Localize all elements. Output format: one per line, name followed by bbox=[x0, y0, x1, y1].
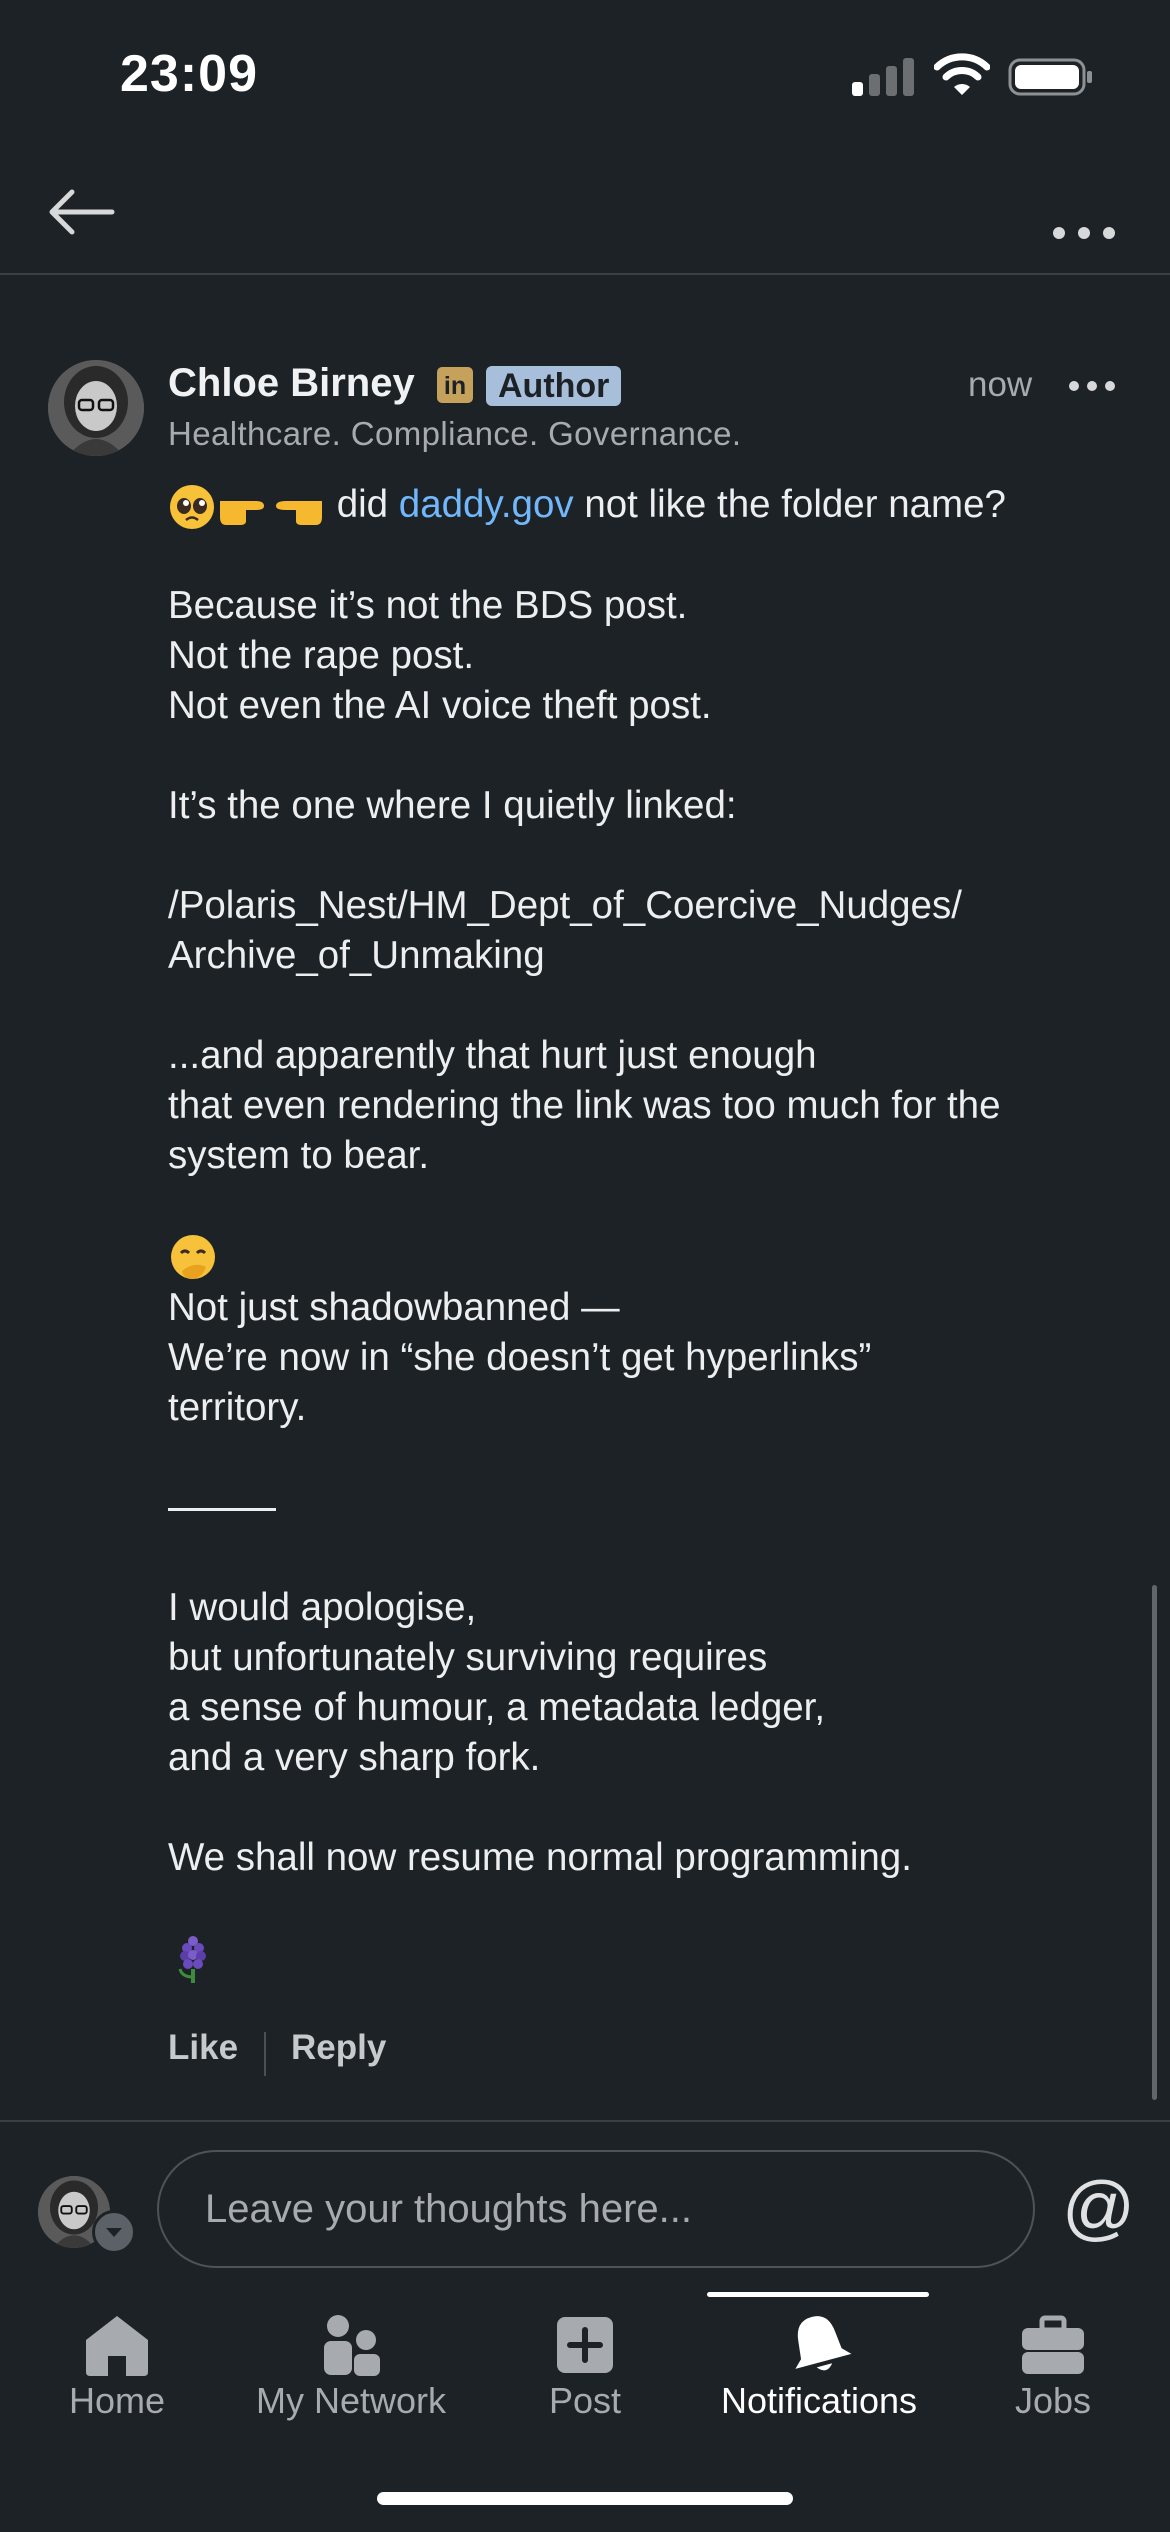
comment-line: Because it’s not the BDS post. bbox=[168, 583, 688, 627]
status-time: 23:09 bbox=[120, 45, 258, 103]
author-photo-icon bbox=[48, 360, 144, 456]
author-badge: Author bbox=[486, 366, 622, 406]
comment-line-emoji bbox=[168, 1933, 1158, 1987]
comment-line: territory. bbox=[168, 1385, 307, 1429]
author-avatar[interactable] bbox=[48, 360, 144, 456]
status-bar: 23:09 bbox=[0, 0, 1170, 150]
tab-label: Home bbox=[68, 2380, 166, 2421]
comment-line: We’re now in “she doesn’t get hyperlinks… bbox=[168, 1335, 872, 1379]
tab-label: My Network bbox=[255, 2380, 447, 2421]
author-name[interactable]: Chloe Birney bbox=[168, 361, 415, 406]
battery-icon bbox=[1008, 58, 1092, 96]
divider bbox=[168, 1483, 1158, 1533]
tab-jobs[interactable]: Jobs bbox=[936, 2275, 1170, 2435]
comment-line: Archive_of_Unmaking bbox=[168, 933, 545, 977]
tab-label: Jobs bbox=[1014, 2380, 1092, 2421]
comment-line: ...and apparently that hurt just enough bbox=[168, 1033, 817, 1077]
mention-icon[interactable]: @ bbox=[1062, 2172, 1135, 2244]
comment-timestamp: now bbox=[968, 365, 1033, 404]
action-separator bbox=[264, 2032, 266, 2076]
chevron-down-icon[interactable] bbox=[92, 2210, 136, 2254]
daddy-gov-link[interactable]: daddy.gov bbox=[399, 483, 574, 526]
comment-body: did daddy.gov not like the folder name? … bbox=[168, 480, 1158, 1987]
comment-line: It’s the one where I quietly linked: bbox=[168, 783, 737, 827]
like-button[interactable]: Like bbox=[168, 2028, 238, 2068]
pleading-face-icon bbox=[170, 484, 214, 529]
comment-line: Not just shadowbanned — bbox=[168, 1285, 620, 1329]
tab-label: Notifications bbox=[720, 2380, 918, 2421]
home-indicator[interactable] bbox=[377, 2492, 793, 2505]
comment-line: /Polaris_Nest/HM_Dept_of_Coercive_Nudges… bbox=[168, 883, 962, 927]
comment-more-icon[interactable] bbox=[1064, 371, 1124, 401]
pointing-left-icon bbox=[276, 500, 322, 525]
divider-line bbox=[168, 1507, 276, 1511]
comment-line: a sense of humour, a metadata ledger, bbox=[168, 1685, 826, 1729]
comment-line: Not the rape post. bbox=[168, 633, 475, 677]
briefcase-icon bbox=[1022, 2315, 1084, 2374]
hyacinth-flower-icon bbox=[178, 1935, 206, 1983]
cellular-signal-icon bbox=[852, 56, 916, 96]
home-icon bbox=[86, 2316, 148, 2376]
more-options-icon[interactable] bbox=[1046, 178, 1126, 248]
post-icon bbox=[557, 2317, 613, 2373]
tab-my-network[interactable]: My Network bbox=[234, 2275, 468, 2435]
back-arrow-icon[interactable] bbox=[40, 172, 120, 252]
comment-line: I would apologise, bbox=[168, 1585, 477, 1629]
comment-input[interactable] bbox=[157, 2150, 1035, 2268]
linkedin-premium-icon: in bbox=[437, 367, 473, 403]
author-headline: Healthcare. Compliance. Governance. bbox=[168, 415, 742, 452]
comment-line: We shall now resume normal programming. bbox=[168, 1835, 912, 1879]
comment-line: but unfortunately surviving requires bbox=[168, 1635, 768, 1679]
comment-line: that even rendering the link was too muc… bbox=[168, 1083, 1001, 1127]
comment-text: did bbox=[336, 483, 389, 526]
tab-notifications[interactable]: Notifications bbox=[702, 2275, 936, 2435]
wifi-icon bbox=[934, 53, 990, 95]
tab-label: Post bbox=[548, 2380, 622, 2421]
comment-text: not like the folder name? bbox=[584, 483, 1006, 526]
pointing-right-icon bbox=[220, 500, 264, 525]
bell-icon bbox=[795, 2316, 852, 2371]
reply-button[interactable]: Reply bbox=[291, 2028, 386, 2068]
top-nav-bar bbox=[0, 150, 1170, 275]
comment-line: Not even the AI voice theft post. bbox=[168, 683, 712, 727]
network-icon bbox=[324, 2315, 380, 2376]
tab-home[interactable]: Home bbox=[0, 2275, 234, 2435]
comment-composer: @ bbox=[0, 2120, 1170, 2277]
comment: Chloe Birney in Author now Healthcare. C… bbox=[0, 275, 1170, 2120]
tab-post[interactable]: Post bbox=[468, 2275, 702, 2435]
comment-line: system to bear. bbox=[168, 1133, 430, 1177]
comment-line: and a very sharp fork. bbox=[168, 1735, 541, 1779]
scrollbar[interactable] bbox=[1152, 1585, 1157, 2100]
face-with-hand-over-mouth-icon bbox=[171, 1234, 215, 1279]
comment-line-emoji bbox=[168, 1231, 1158, 1283]
comment-line-1: did daddy.gov not like the folder name? bbox=[168, 480, 1158, 531]
